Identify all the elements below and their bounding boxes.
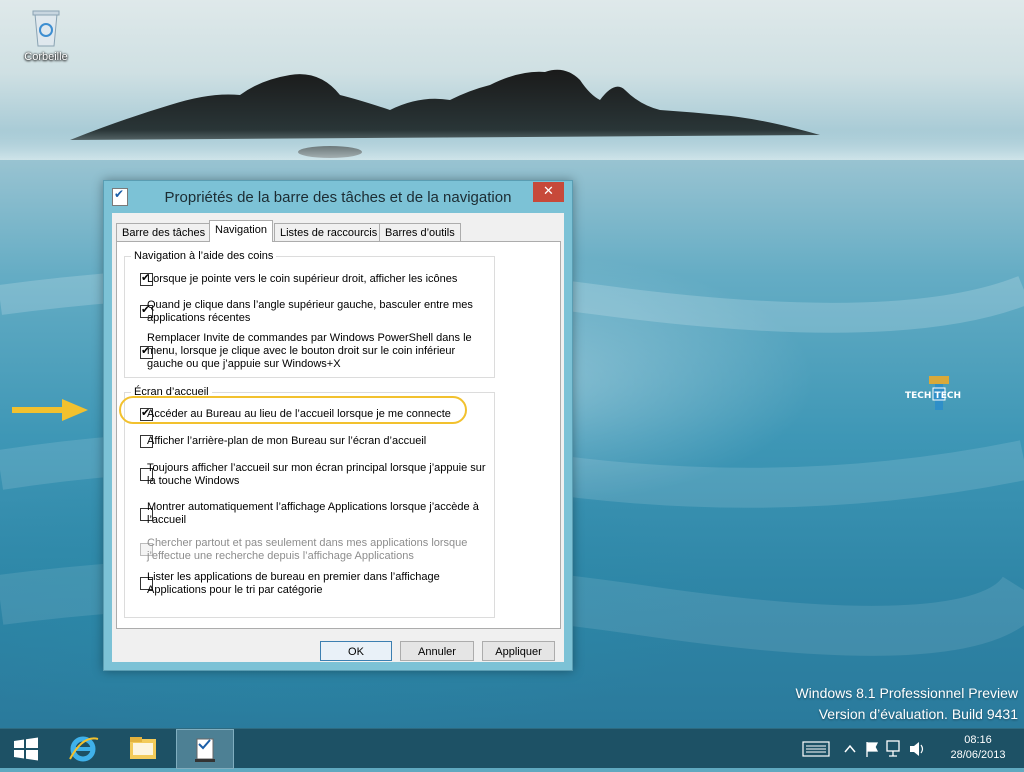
dialog-client-area: Barre des tâches Navigation Listes de ra… bbox=[112, 213, 564, 662]
tab-navigation[interactable]: Navigation bbox=[209, 220, 273, 242]
network-button[interactable] bbox=[884, 729, 904, 769]
desktop-icon-label: Corbeille bbox=[24, 51, 68, 63]
taskbar-explorer-button[interactable] bbox=[118, 729, 168, 769]
watermark-line-2: Version d’évaluation. Build 9431 bbox=[818, 706, 1018, 722]
internet-explorer-icon bbox=[69, 736, 99, 762]
clock-button[interactable]: 08:16 28/06/2013 bbox=[932, 729, 1024, 769]
volume-button[interactable] bbox=[906, 729, 928, 769]
close-button[interactable]: ✕ bbox=[533, 182, 564, 202]
taskbar: 08:16 28/06/2013 bbox=[0, 728, 1024, 769]
option-label: Remplacer Invite de commandes par Window… bbox=[147, 332, 472, 370]
apply-button[interactable]: Appliquer bbox=[482, 641, 555, 661]
annotation-arrow bbox=[10, 396, 90, 427]
dialog-title: Propriétés de la barre des tâches et de … bbox=[164, 189, 512, 206]
dialog-titlebar[interactable]: Propriétés de la barre des tâches et de … bbox=[104, 181, 572, 213]
desktop-icon-recycle-bin[interactable]: Corbeille bbox=[20, 8, 72, 63]
clock-date: 28/06/2013 bbox=[950, 749, 1006, 761]
option-label: Quand je clique dans l’angle supérieur g… bbox=[147, 299, 473, 324]
navigation-tab-panel: Navigation à l’aide des coins Lorsque je… bbox=[116, 241, 561, 629]
show-hidden-icons-button[interactable] bbox=[842, 729, 858, 769]
option-label: Lorsque je pointe vers le coin supérieur… bbox=[147, 273, 458, 285]
cancel-button[interactable]: Annuler bbox=[400, 641, 474, 661]
file-explorer-icon bbox=[130, 737, 156, 759]
recycle-bin-icon bbox=[31, 8, 61, 48]
taskbar-ie-button[interactable] bbox=[58, 729, 108, 769]
option-label: Montrer automatiquement l’affichage Appl… bbox=[147, 501, 479, 526]
tab-taskbar[interactable]: Barre des tâches bbox=[116, 223, 212, 242]
speaker-icon bbox=[910, 742, 924, 756]
tab-jump-lists[interactable]: Listes de raccourcis bbox=[274, 223, 384, 242]
corner-navigation-group: Navigation à l’aide des coins Lorsque je… bbox=[124, 249, 495, 378]
touch-keyboard-button[interactable] bbox=[800, 729, 832, 769]
network-icon bbox=[886, 740, 900, 757]
option-label: Lister les applications de bureau en pre… bbox=[147, 571, 440, 596]
ok-button[interactable]: OK bbox=[320, 641, 392, 661]
taskbar-properties-dialog: Propriétés de la barre des tâches et de … bbox=[103, 180, 573, 671]
keyboard-icon bbox=[802, 741, 830, 757]
option-label: Afficher l’arrière-plan de mon Bureau su… bbox=[147, 435, 427, 447]
highlight-ellipse bbox=[119, 396, 467, 424]
option-label: Toujours afficher l’accueil sur mon écra… bbox=[147, 462, 486, 487]
logo-text: TECH TECH bbox=[905, 391, 961, 401]
start-button[interactable] bbox=[0, 729, 52, 769]
group-title: Navigation à l’aide des coins bbox=[131, 249, 277, 263]
option-label: Chercher partout et pas seulement dans m… bbox=[147, 537, 468, 562]
clock-time: 08:16 bbox=[964, 734, 992, 746]
os-version-watermark: Windows 8.1 Professionnel Preview Versio… bbox=[795, 683, 1018, 725]
start-icon bbox=[14, 737, 38, 761]
action-center-button[interactable] bbox=[862, 729, 882, 769]
taskbar-properties-icon bbox=[195, 738, 215, 762]
chevron-up-icon bbox=[844, 744, 856, 753]
tech2tech-logo: TECH TECH bbox=[903, 374, 975, 414]
flag-icon bbox=[866, 742, 879, 757]
tab-toolbars[interactable]: Barres d’outils bbox=[379, 223, 461, 242]
watermark-line-1: Windows 8.1 Professionnel Preview bbox=[795, 685, 1018, 701]
start-screen-group: Écran d’accueil Accéder au Bureau au lie… bbox=[124, 385, 495, 618]
taskbar-properties-button[interactable] bbox=[176, 729, 234, 769]
